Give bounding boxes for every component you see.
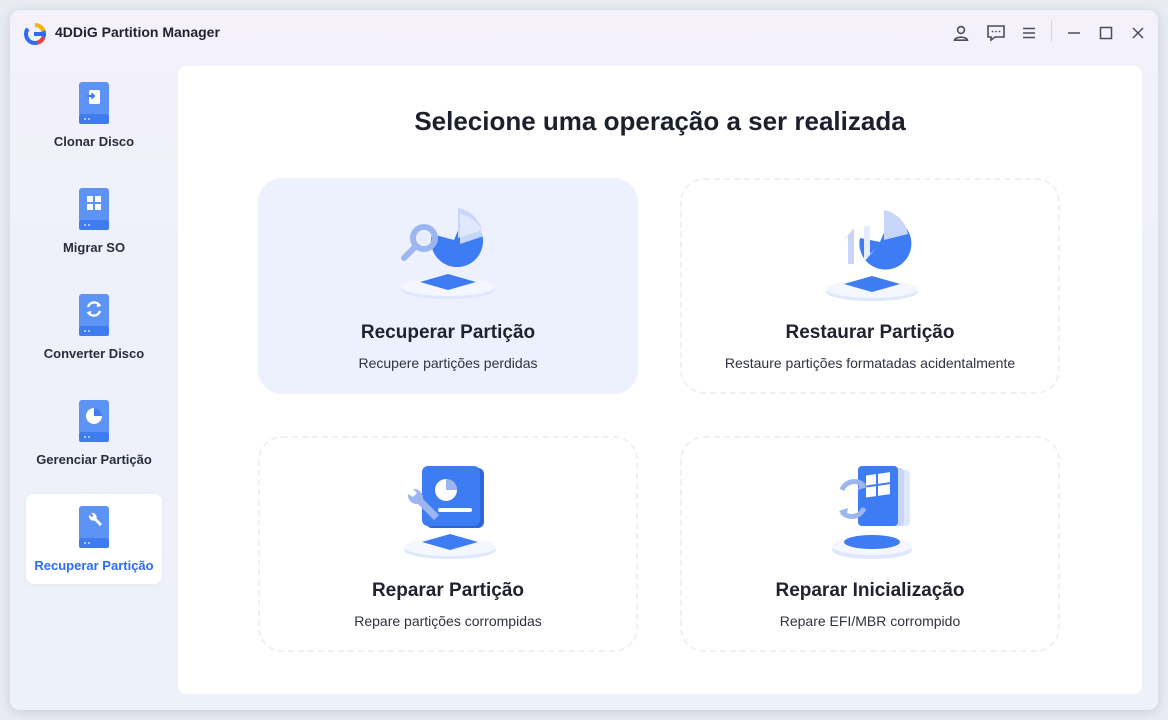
maximize-icon <box>1099 26 1113 40</box>
minimize-icon <box>1068 32 1080 34</box>
repair-partition-icon <box>404 466 496 559</box>
main-panel: Selecione uma operação a ser realizada R… <box>178 66 1142 694</box>
sidebar-item-gerenciar-particao[interactable]: Gerenciar Partição <box>26 388 162 478</box>
card-title: Restaurar Partição <box>785 322 955 343</box>
user-icon <box>953 25 969 41</box>
close-button[interactable] <box>1126 21 1150 45</box>
card-description: Recupere partições perdidas <box>358 355 538 371</box>
sidebar-item-clonar-disco[interactable]: Clonar Disco <box>26 70 162 160</box>
sidebar-item-label: Converter Disco <box>43 346 145 361</box>
card-title: Reparar Partição <box>371 580 525 601</box>
pie-partition-icon <box>79 400 109 442</box>
page-title: Selecione uma operação a ser realizada <box>414 106 906 136</box>
app-title: 4DDiG Partition Manager <box>55 24 220 40</box>
clone-disk-icon <box>79 82 109 124</box>
sidebar-item-converter-disco[interactable]: Converter Disco <box>26 282 162 372</box>
feedback-button[interactable] <box>984 21 1008 45</box>
maximize-button[interactable] <box>1094 21 1118 45</box>
card-title: Recuperar Partição <box>360 322 536 343</box>
sidebar-item-recuperar-particao[interactable]: Recuperar Partição <box>26 494 162 584</box>
recover-partition-icon <box>401 208 494 299</box>
card-description: Repare EFI/MBR corrompido <box>779 613 961 629</box>
convert-disk-icon <box>79 294 109 336</box>
card-recuperar-particao[interactable]: Recuperar Partição Recupere partições pe… <box>258 178 638 394</box>
card-description: Repare partições corrompidas <box>354 613 542 629</box>
titlebar-divider <box>1051 20 1052 42</box>
card-title: Reparar Inicialização <box>775 580 965 601</box>
sidebar-item-label: Migrar SO <box>62 240 126 255</box>
card-reparar-particao[interactable]: Reparar Partição Repare partições corrom… <box>258 436 638 652</box>
card-description: Restaure partições formatadas acidentalm… <box>724 355 1016 371</box>
wrench-icon <box>79 506 109 548</box>
sidebar-item-label: Gerenciar Partição <box>36 452 152 467</box>
restore-partition-icon <box>826 210 918 301</box>
minimize-button[interactable] <box>1062 21 1086 45</box>
card-reparar-inicializacao[interactable]: Reparar Inicialização Repare EFI/MBR cor… <box>680 436 1060 652</box>
app-window: 4DDiG Partition Manager Clonar Disco Mig… <box>10 10 1158 710</box>
sidebar-item-label: Recuperar Partição <box>34 558 154 573</box>
repair-boot-icon <box>832 466 912 559</box>
sidebar-item-label: Clonar Disco <box>53 134 135 149</box>
windows-os-icon <box>79 188 109 230</box>
menu-button[interactable] <box>1017 21 1041 45</box>
hamburger-icon <box>1023 27 1035 39</box>
chat-icon <box>987 25 1005 42</box>
account-button[interactable] <box>949 21 973 45</box>
card-restaurar-particao[interactable]: Restaurar Partição Restaure partições fo… <box>680 178 1060 394</box>
sidebar-item-migrar-so[interactable]: Migrar SO <box>26 176 162 266</box>
close-icon <box>1132 27 1144 39</box>
title-bar: 4DDiG Partition Manager <box>10 10 1158 56</box>
app-logo-icon <box>24 23 46 45</box>
